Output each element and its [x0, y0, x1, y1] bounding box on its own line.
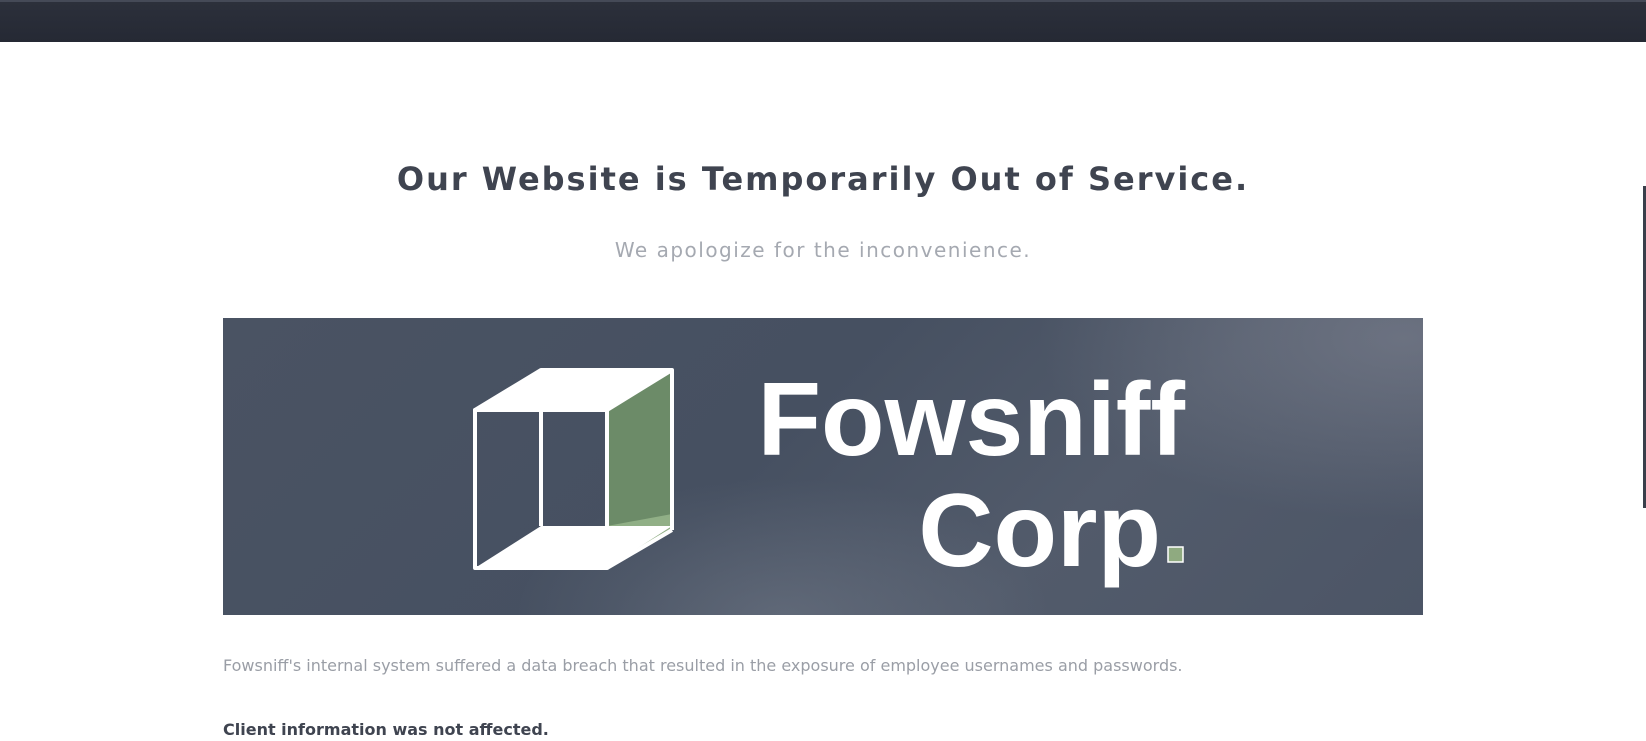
page-subtitle: We apologize for the inconvenience. — [614, 238, 1032, 262]
page-title: Our Website is Temporarily Out of Servic… — [396, 160, 1250, 198]
top-navigation-bar — [0, 0, 1646, 42]
company-banner: Fowsniff Corp — [223, 318, 1423, 615]
client-notice: Client information was not affected. — [223, 720, 549, 739]
fowsniff-logo: Fowsniff Corp — [473, 362, 1186, 589]
logo-text-line2: Corp — [918, 473, 1161, 589]
page-content: Our Website is Temporarily Out of Servic… — [0, 42, 1646, 741]
logo-accent-square-icon — [1167, 546, 1184, 563]
breach-description: Fowsniff's internal system suffered a da… — [223, 656, 1183, 675]
logo-text-line1: Fowsniff — [758, 362, 1186, 478]
